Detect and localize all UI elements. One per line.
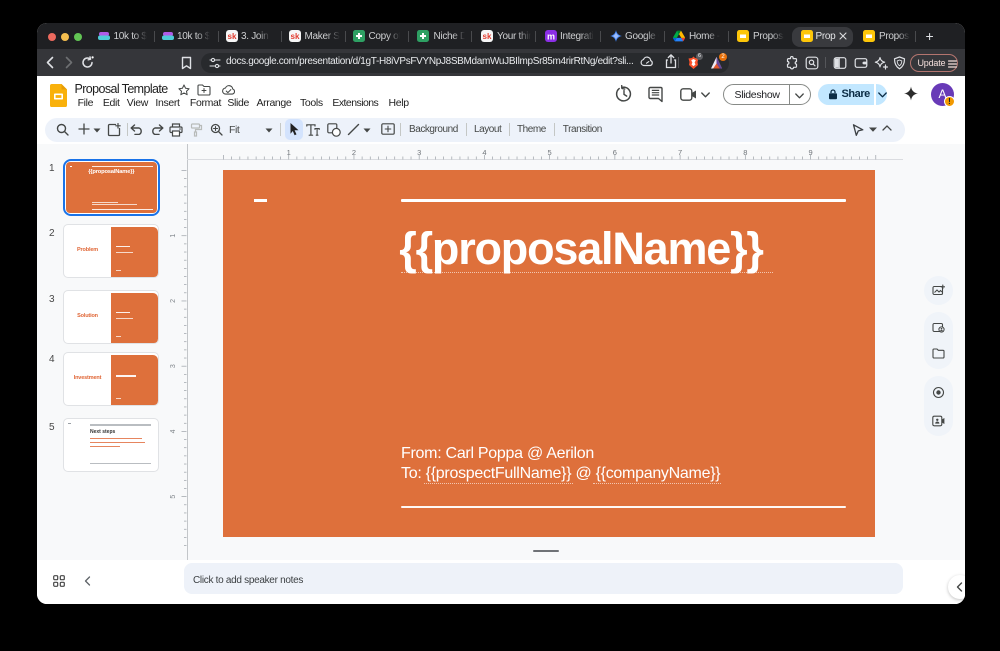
svg-text:2: 2 bbox=[170, 299, 177, 303]
svg-text:3: 3 bbox=[170, 364, 177, 368]
svg-text:8: 8 bbox=[743, 148, 747, 157]
svg-text:1: 1 bbox=[286, 148, 290, 157]
svg-text:sk: sk bbox=[227, 32, 236, 41]
svg-text:sk: sk bbox=[482, 32, 491, 41]
svg-text:3: 3 bbox=[417, 148, 421, 157]
svg-text:5: 5 bbox=[170, 495, 177, 499]
svg-text:sk: sk bbox=[291, 32, 300, 41]
svg-text:4: 4 bbox=[482, 148, 486, 157]
svg-text:2: 2 bbox=[351, 148, 355, 157]
svg-text:1: 1 bbox=[170, 234, 177, 238]
svg-text:6: 6 bbox=[612, 148, 616, 157]
svg-text:m: m bbox=[546, 32, 554, 42]
svg-text:5: 5 bbox=[547, 148, 551, 157]
svg-text:7: 7 bbox=[678, 148, 682, 157]
svg-text:9: 9 bbox=[808, 148, 812, 157]
svg-text:4: 4 bbox=[170, 429, 177, 433]
